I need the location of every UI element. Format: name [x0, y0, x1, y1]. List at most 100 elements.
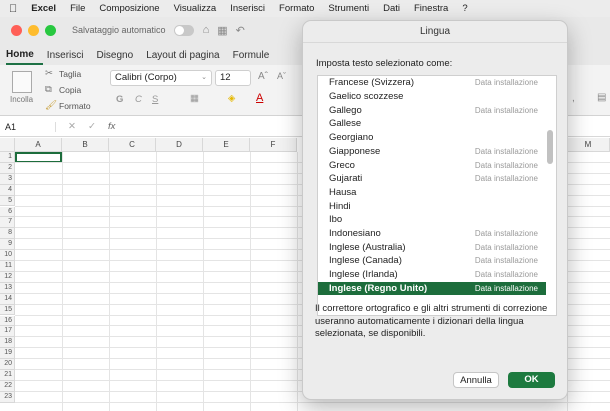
autosave-toggle[interactable]: [173, 24, 194, 36]
copy-label[interactable]: Copia: [59, 85, 81, 95]
row-header[interactable]: 18: [0, 337, 15, 349]
italic-button[interactable]: C: [135, 94, 142, 105]
zoom-window-button[interactable]: [45, 24, 56, 36]
list-item[interactable]: Hausa: [318, 186, 546, 200]
menu-finestra[interactable]: Finestra: [414, 3, 448, 14]
styles-icon[interactable]: ▤: [597, 92, 606, 103]
name-box[interactable]: A1: [0, 121, 56, 132]
menu-inserisci[interactable]: Inserisci: [230, 3, 265, 14]
select-all-corner[interactable]: [0, 138, 15, 152]
list-item[interactable]: Georgiano: [318, 131, 546, 145]
row-header[interactable]: 3: [0, 173, 15, 185]
column-header[interactable]: M: [567, 138, 610, 152]
column-header[interactable]: E: [203, 138, 250, 152]
cut-label[interactable]: Taglia: [59, 69, 81, 79]
font-color-icon[interactable]: A: [256, 92, 263, 104]
cancel-button[interactable]: Annulla: [453, 372, 499, 388]
menu-help[interactable]: ?: [462, 3, 467, 14]
column-header[interactable]: C: [109, 138, 156, 152]
row-header[interactable]: 12: [0, 271, 15, 283]
undo-icon[interactable]: ↶: [236, 24, 245, 37]
row-header[interactable]: 20: [0, 359, 15, 370]
list-item[interactable]: Greco Data installazione: [318, 158, 546, 172]
row-header[interactable]: 9: [0, 239, 15, 251]
fill-color-icon[interactable]: ◈: [228, 93, 235, 104]
list-item[interactable]: Indonesiano Data installazione: [318, 227, 546, 241]
row-header[interactable]: 6: [0, 206, 15, 218]
row-header[interactable]: 17: [0, 326, 15, 338]
row-header[interactable]: 7: [0, 217, 15, 229]
decrease-font-icon[interactable]: Aˇ: [277, 71, 286, 81]
bold-button[interactable]: G: [116, 94, 123, 105]
list-item[interactable]: Inglese (Regno Unito) Data installazione: [318, 281, 546, 296]
menu-strumenti[interactable]: Strumenti: [328, 3, 369, 14]
row-header[interactable]: 11: [0, 261, 15, 272]
row-header[interactable]: 8: [0, 228, 15, 240]
format-painter-label[interactable]: Formato: [59, 101, 91, 111]
menu-excel[interactable]: Excel: [31, 3, 56, 14]
list-item[interactable]: Gallego Data installazione: [318, 103, 546, 117]
row-header[interactable]: 23: [0, 391, 15, 403]
row-header[interactable]: 16: [0, 315, 15, 327]
close-window-button[interactable]: [11, 24, 22, 36]
list-item[interactable]: Hindi: [318, 199, 546, 213]
list-item[interactable]: Inglese (Canada) Data installazione: [318, 254, 546, 268]
list-item[interactable]: Gujarati Data installazione: [318, 172, 546, 186]
tab-disegno[interactable]: Disegno: [96, 50, 142, 65]
scissors-icon[interactable]: ✂: [45, 68, 53, 79]
tab-home[interactable]: Home: [6, 49, 43, 65]
list-item[interactable]: Francese (Svizzera) Data installazione: [318, 76, 546, 90]
dialog-prompt: Imposta testo selezionato come:: [316, 58, 453, 69]
home-icon[interactable]: ⌂: [203, 24, 210, 36]
copy-icon[interactable]: ⧉: [45, 84, 52, 95]
language-status: Data installazione: [474, 146, 538, 156]
tab-inserisci[interactable]: Inserisci: [47, 50, 93, 65]
cancel-formula-icon[interactable]: ✕: [68, 121, 76, 132]
list-item[interactable]: Ibo: [318, 213, 546, 227]
language-list[interactable]: Francese (Svizzera) Data installazione Gae…: [317, 75, 557, 316]
list-item[interactable]: Giapponese Data installazione: [318, 145, 546, 159]
row-header[interactable]: 22: [0, 380, 15, 392]
list-item[interactable]: Gaelico scozzese: [318, 90, 546, 104]
font-name-select[interactable]: Calibri (Corpo) ⌄: [110, 70, 212, 86]
ok-button[interactable]: OK: [508, 372, 555, 388]
menu-composizione[interactable]: Composizione: [99, 3, 159, 14]
list-item[interactable]: Inglese (Australia) Data installazione: [318, 240, 546, 254]
paste-label[interactable]: Incolla: [10, 95, 33, 104]
row-header[interactable]: 10: [0, 250, 15, 261]
menu-formato[interactable]: Formato: [279, 3, 314, 14]
menu-file[interactable]: File: [70, 3, 85, 14]
row-header[interactable]: 5: [0, 195, 15, 207]
row-header[interactable]: 19: [0, 348, 15, 360]
row-header[interactable]: 15: [0, 304, 15, 316]
confirm-formula-icon[interactable]: ✓: [88, 121, 96, 132]
minimize-window-button[interactable]: [28, 24, 39, 36]
row-header[interactable]: 4: [0, 184, 15, 196]
borders-icon[interactable]: ▦: [190, 93, 199, 104]
row-header[interactable]: 21: [0, 370, 15, 381]
column-header[interactable]: D: [156, 138, 203, 152]
save-icon[interactable]: ▦: [217, 24, 227, 37]
column-header[interactable]: A: [15, 138, 62, 152]
list-item[interactable]: Inglese (Irlanda) Data installazione: [318, 268, 546, 282]
column-header[interactable]: F: [250, 138, 297, 152]
apple-icon[interactable]: : [9, 3, 17, 15]
font-size-select[interactable]: 12: [215, 70, 251, 86]
menu-visualizza[interactable]: Visualizza: [174, 3, 217, 14]
underline-button[interactable]: S: [152, 94, 158, 105]
paste-icon[interactable]: [12, 71, 32, 93]
row-header[interactable]: 13: [0, 282, 15, 294]
row-header[interactable]: 1: [0, 152, 15, 163]
column-header[interactable]: B: [62, 138, 109, 152]
format-painter-icon[interactable]: 🖌: [45, 100, 57, 111]
function-icon[interactable]: fx: [108, 121, 115, 132]
row-header[interactable]: 14: [0, 293, 15, 305]
comma-icon[interactable]: ,: [572, 93, 575, 104]
tab-layout[interactable]: Layout di pagina: [146, 50, 228, 65]
row-header[interactable]: 2: [0, 162, 15, 174]
tab-formule[interactable]: Formule: [233, 50, 279, 65]
list-scrollbar[interactable]: [547, 130, 553, 164]
increase-font-icon[interactable]: Aˆ: [258, 71, 268, 82]
menu-dati[interactable]: Dati: [383, 3, 400, 14]
list-item[interactable]: Gallese: [318, 117, 546, 131]
